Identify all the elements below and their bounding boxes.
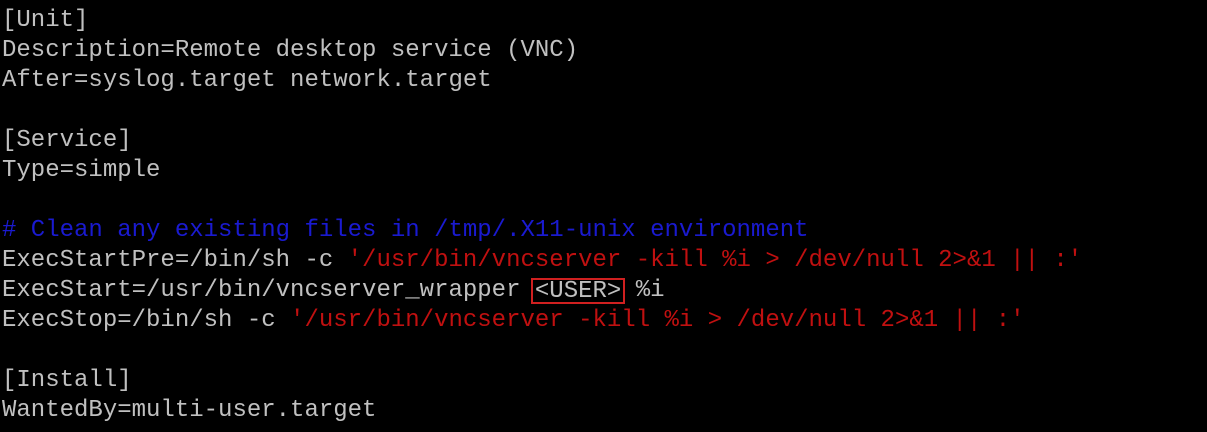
exec-start-line: ExecStart=/usr/bin/vncserver_wrapper <US… bbox=[2, 276, 1207, 306]
install-section-header: [Install] bbox=[2, 367, 132, 394]
description-line: Description=Remote desktop service (VNC) bbox=[2, 37, 579, 64]
exec-start-pre-line: ExecStartPre=/bin/sh -c '/usr/bin/vncser… bbox=[2, 246, 1207, 276]
exec-stop-string: '/usr/bin/vncserver -kill %i > /dev/null… bbox=[290, 307, 1025, 334]
wanted-by-line: WantedBy=multi-user.target bbox=[2, 397, 377, 424]
exec-start-key: ExecStart=/usr/bin/vncserver_wrapper bbox=[2, 277, 535, 304]
exec-start-pre-string: '/usr/bin/vncserver -kill %i > /dev/null… bbox=[347, 247, 1083, 274]
after-line: After=syslog.target network.target bbox=[2, 67, 492, 94]
unit-section-header: [Unit] bbox=[2, 7, 89, 34]
comment-line: # Clean any existing files in /tmp/.X11-… bbox=[2, 217, 809, 244]
type-line: Type=simple bbox=[2, 157, 161, 184]
exec-stop-line: ExecStop=/bin/sh -c '/usr/bin/vncserver … bbox=[2, 306, 1207, 336]
exec-start-arg: %i bbox=[621, 277, 665, 304]
exec-start-pre-key: ExecStartPre=/bin/sh -c bbox=[2, 247, 348, 274]
service-section-header: [Service] bbox=[2, 127, 132, 154]
exec-stop-key: ExecStop=/bin/sh -c bbox=[2, 307, 291, 334]
user-placeholder-highlight: <USER> bbox=[530, 278, 626, 304]
terminal-window: [Unit] Description=Remote desktop servic… bbox=[0, 0, 1207, 432]
